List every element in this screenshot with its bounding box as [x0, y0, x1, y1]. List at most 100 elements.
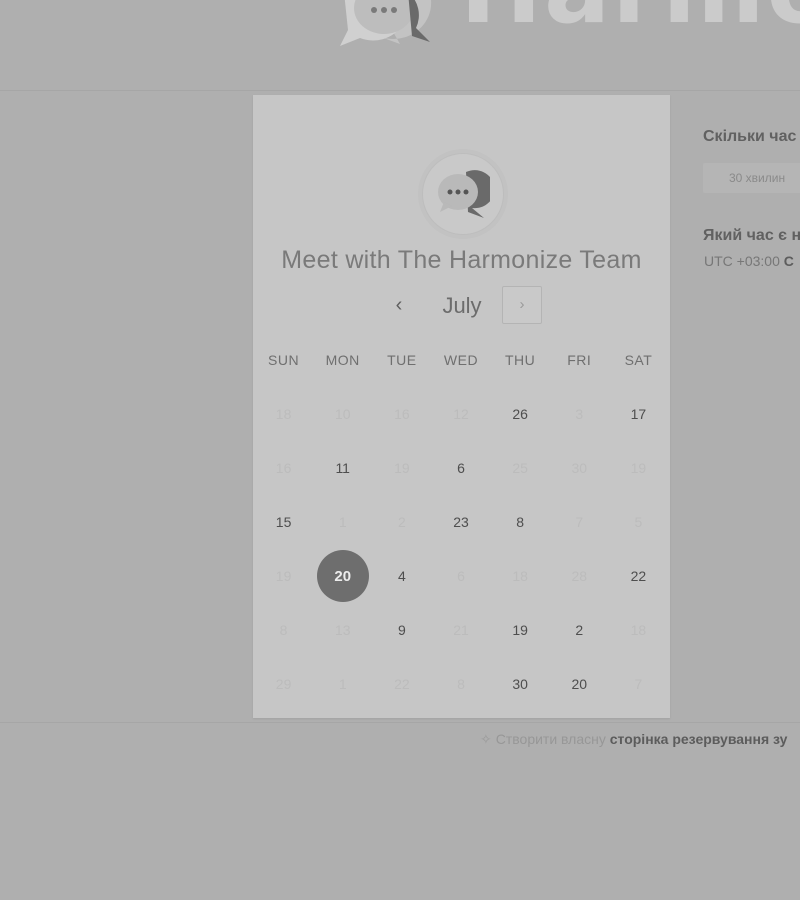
available-day[interactable]: 19: [491, 603, 550, 657]
weekday-label: SAT: [624, 352, 653, 368]
brand-name: Harmo: [460, 0, 800, 38]
unavailable-day: 16: [372, 387, 431, 441]
available-day[interactable]: 15: [254, 495, 313, 549]
unavailable-day: 25: [491, 441, 550, 495]
day-number: 18: [275, 406, 292, 422]
available-day[interactable]: 4: [372, 549, 431, 603]
timezone-offset: UTC +03:00: [704, 253, 780, 269]
day-number: 20: [316, 550, 369, 602]
available-day[interactable]: 2: [550, 603, 609, 657]
unavailable-day: 29: [254, 657, 313, 711]
day-number: 1: [338, 514, 347, 530]
day-number: 30: [571, 460, 588, 476]
spark-icon: ✧: [480, 731, 492, 747]
unavailable-day: 18: [254, 387, 313, 441]
day-grid: 18 10 16 12 26 3 17 16 11 19 6 25 30 19 15 1 2 23 8 7 5 19 20 4…: [254, 387, 668, 711]
day-number: 2: [397, 514, 406, 530]
calendar-card: Meet with The Harmonize Team ‹ July › SU…: [253, 95, 670, 718]
available-day[interactable]: 30: [491, 657, 550, 711]
available-day[interactable]: 9: [372, 603, 431, 657]
booking-options-panel: Скільки час 30 хвилин Який час є н UTC +…: [703, 126, 800, 286]
day-number: 7: [575, 514, 584, 530]
calendar-week-row: 18 10 16 12 26 3 17: [254, 387, 668, 441]
avatar: [422, 153, 504, 235]
day-number: 19: [394, 460, 410, 476]
calendar-week-row: 8 13 9 21 19 2 18: [254, 603, 668, 657]
header-divider: [0, 90, 800, 91]
day-number: 4: [397, 568, 406, 584]
unavailable-day: 2: [372, 495, 431, 549]
day-number: 22: [630, 568, 647, 584]
weekday-label: THU: [504, 352, 536, 368]
calendar-week-row: 16 11 19 6 25 30 19: [254, 441, 668, 495]
chevron-right-icon: ›: [519, 296, 525, 313]
calendar-week-row: 29 1 22 8 30 20 7: [254, 657, 668, 711]
day-number: 2: [575, 622, 584, 638]
day-number: 8: [457, 676, 465, 692]
day-number: 21: [453, 622, 469, 638]
unavailable-day: 13: [313, 603, 372, 657]
day-number: 7: [634, 676, 643, 692]
day-number: 18: [512, 568, 528, 584]
available-day[interactable]: 20: [550, 657, 609, 711]
day-number: 13: [334, 622, 351, 638]
day-number: 5: [634, 514, 643, 530]
day-number: 12: [453, 406, 469, 422]
day-number: 22: [394, 676, 410, 692]
unavailable-day: 21: [431, 603, 490, 657]
unavailable-day: 10: [313, 387, 372, 441]
promo-light-text: Створити власну: [495, 731, 606, 747]
weekday-header: SUN MON TUE WED THU FRI SAT: [254, 352, 668, 368]
chevron-left-icon: ‹: [395, 294, 403, 316]
previous-month-button[interactable]: ‹: [383, 289, 415, 321]
available-day[interactable]: 17: [609, 387, 668, 441]
unavailable-day: 7: [550, 495, 609, 549]
day-number: 6: [457, 568, 465, 584]
next-month-button[interactable]: ›: [502, 286, 542, 324]
day-number: 10: [334, 406, 351, 422]
unavailable-day: 19: [609, 441, 668, 495]
duration-question: Скільки час: [703, 128, 797, 145]
day-number: 15: [275, 514, 292, 530]
day-number: 17: [630, 406, 647, 422]
footer-divider: [0, 722, 800, 723]
promo-bold-text: сторінка резервування зу: [609, 731, 788, 747]
available-day[interactable]: 23: [431, 495, 490, 549]
available-day[interactable]: 8: [491, 495, 550, 549]
weekday-label: MON: [325, 352, 360, 368]
unavailable-day: 8: [431, 657, 490, 711]
day-number: 19: [512, 622, 528, 638]
timezone-selector[interactable]: UTC +03:00 С: [704, 253, 794, 269]
brand-header[interactable]: Harmo: [338, 0, 800, 52]
available-day[interactable]: 26: [491, 387, 550, 441]
unavailable-day: 22: [372, 657, 431, 711]
day-number: 16: [394, 406, 410, 422]
unavailable-day: 19: [372, 441, 431, 495]
weekday-label: SUN: [268, 352, 300, 368]
available-day[interactable]: 22: [609, 549, 668, 603]
weekday-label: FRI: [567, 352, 592, 368]
day-number: 28: [571, 568, 588, 584]
calendar-week-row: 15 1 2 23 8 7 5: [254, 495, 668, 549]
day-number: 16: [275, 460, 292, 476]
unavailable-day: 19: [254, 549, 313, 603]
unavailable-day: 6: [431, 549, 490, 603]
unavailable-day: 1: [313, 657, 372, 711]
unavailable-day: 18: [491, 549, 550, 603]
available-day[interactable]: 6: [431, 441, 490, 495]
day-number: 25: [512, 460, 528, 476]
create-booking-page-link[interactable]: ✧ Створити власну сторінка резервування з…: [480, 731, 787, 748]
calendar-week-row: 19 20 4 6 18 28 22: [254, 549, 668, 603]
timezone-question: Який час є н: [703, 227, 800, 244]
selected-day[interactable]: 20: [313, 549, 372, 603]
unavailable-day: 8: [254, 603, 313, 657]
day-number: 9: [397, 622, 406, 638]
available-day[interactable]: 11: [313, 441, 372, 495]
duration-option-button[interactable]: 30 хвилин: [703, 163, 800, 193]
unavailable-day: 3: [550, 387, 609, 441]
day-number: 6: [457, 460, 465, 476]
unavailable-day: 5: [609, 495, 668, 549]
day-number: 30: [512, 676, 528, 692]
day-number: 26: [512, 406, 528, 422]
timezone-name: С: [783, 253, 794, 269]
